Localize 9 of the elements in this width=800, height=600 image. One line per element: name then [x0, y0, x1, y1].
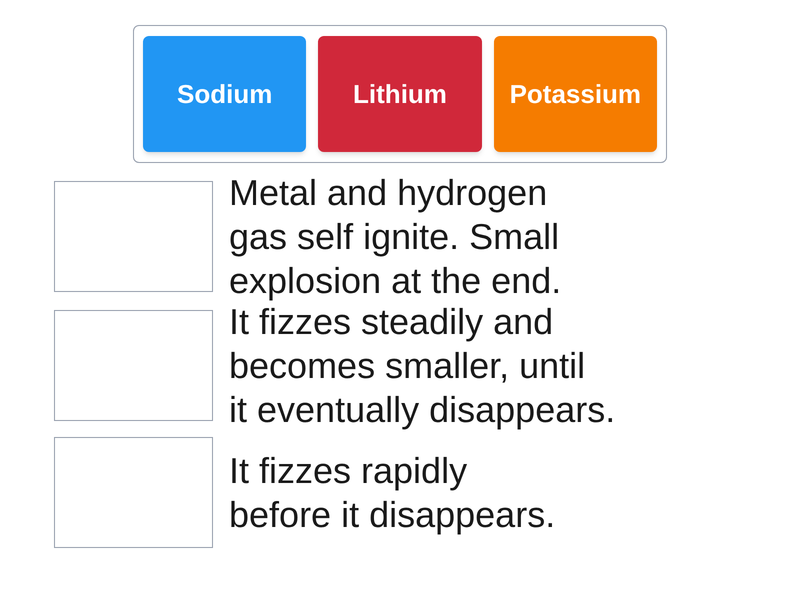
answer-tile[interactable]: Lithium — [318, 36, 482, 152]
answer-text: It fizzes rapidly before it disappears. — [229, 448, 556, 536]
answer-text: Metal and hydrogen gas self ignite. Small explosion at the end. — [229, 170, 562, 302]
answer-text: It fizzes steadily and becomes smaller, until it eventually disappears. — [229, 300, 616, 432]
answer-tile[interactable]: Potassium — [494, 36, 657, 152]
drop-slot[interactable] — [54, 437, 213, 548]
answer-tile[interactable]: Sodium — [143, 36, 306, 152]
drop-slot[interactable] — [54, 181, 213, 292]
drop-slot[interactable] — [54, 310, 213, 421]
